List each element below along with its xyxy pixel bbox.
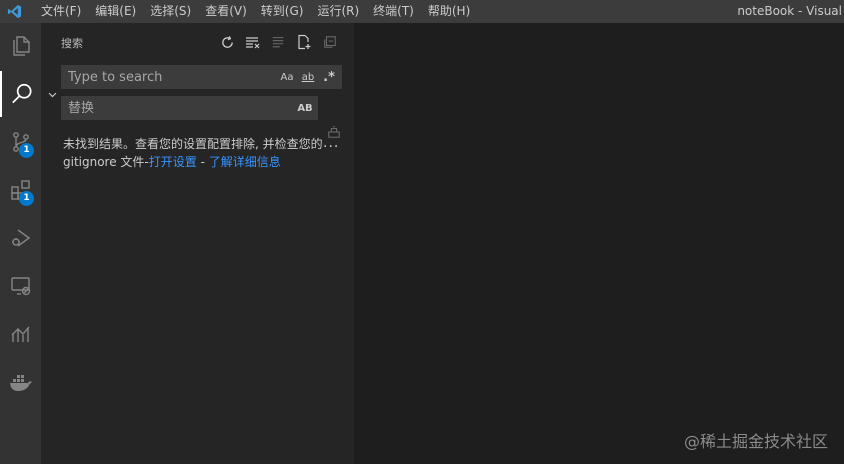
activity-remote-explorer[interactable] xyxy=(0,263,41,309)
search-box: Aa ab .* xyxy=(61,65,342,89)
no-results-message: 未找到结果。查看您的设置配置排除, 并检查您的 gitignore 文件-打开设… xyxy=(63,135,348,171)
menu-bar: 文件(F) 编辑(E) 选择(S) 查看(V) 转到(G) 运行(R) 终端(T… xyxy=(34,0,477,23)
editor-area[interactable] xyxy=(354,23,844,464)
collapse-all-button[interactable] xyxy=(321,33,339,51)
menu-file[interactable]: 文件(F) xyxy=(34,0,88,23)
refresh-button[interactable] xyxy=(218,33,236,51)
new-file-icon xyxy=(298,34,311,50)
activity-extensions[interactable]: 1 xyxy=(0,167,41,213)
activity-search[interactable] xyxy=(0,71,41,117)
learn-more-link[interactable]: 了解详细信息 xyxy=(209,155,281,169)
menu-selection[interactable]: 选择(S) xyxy=(143,0,198,23)
message-separator: - xyxy=(196,155,209,169)
list-icon xyxy=(272,37,284,48)
menu-help[interactable]: 帮助(H) xyxy=(421,0,477,23)
sidebar-title: 搜索 xyxy=(61,37,83,50)
view-as-tree-button[interactable] xyxy=(269,33,287,51)
menu-run[interactable]: 运行(R) xyxy=(310,0,366,23)
refresh-icon xyxy=(221,35,233,48)
search-icon xyxy=(11,83,32,104)
remote-explorer-icon xyxy=(10,277,30,296)
replace-box: AB xyxy=(61,96,318,120)
activity-bar: 1 1 xyxy=(0,23,41,464)
activity-docker[interactable] xyxy=(0,359,41,405)
menu-terminal[interactable]: 终端(T) xyxy=(366,0,421,23)
vscode-logo-icon[interactable] xyxy=(4,0,24,23)
menu-go[interactable]: 转到(G) xyxy=(254,0,311,23)
preserve-case-toggle[interactable]: AB xyxy=(296,100,314,116)
source-control-badge: 1 xyxy=(19,143,34,158)
extensions-badge: 1 xyxy=(19,191,34,206)
use-regex-toggle[interactable]: .* xyxy=(320,69,338,85)
activity-source-control[interactable]: 1 xyxy=(0,119,41,165)
search-sidebar: 搜索 Aa ab .* AB xyxy=(41,23,354,464)
menu-view[interactable]: 查看(V) xyxy=(198,0,254,23)
clear-all-icon xyxy=(246,37,260,49)
activity-explorer[interactable] xyxy=(0,23,41,69)
clear-results-button[interactable] xyxy=(244,33,262,51)
chevron-down-icon xyxy=(48,92,56,97)
activity-run-debug[interactable] xyxy=(0,215,41,261)
title-bar: 文件(F) 编辑(E) 选择(S) 查看(V) 转到(G) 运行(R) 终端(T… xyxy=(0,0,844,23)
watermark: @稀土掘金技术社区 xyxy=(683,432,828,451)
run-debug-icon xyxy=(11,229,30,247)
menu-edit[interactable]: 编辑(E) xyxy=(88,0,143,23)
replace-input[interactable] xyxy=(61,96,291,120)
timeline-chart-icon xyxy=(11,326,30,342)
collapse-all-icon xyxy=(324,36,336,48)
docker-icon xyxy=(9,375,32,391)
activity-timeline-chart[interactable] xyxy=(0,311,41,357)
window-title: noteBook - Visual xyxy=(737,4,842,18)
match-case-toggle[interactable]: Aa xyxy=(278,69,296,85)
open-settings-link[interactable]: 打开设置 xyxy=(149,155,197,169)
explorer-icon xyxy=(12,36,30,56)
search-input[interactable] xyxy=(61,65,273,89)
toggle-replace-button[interactable] xyxy=(45,87,59,101)
match-whole-word-toggle[interactable]: ab xyxy=(299,69,317,85)
new-search-editor-button[interactable] xyxy=(295,33,313,51)
